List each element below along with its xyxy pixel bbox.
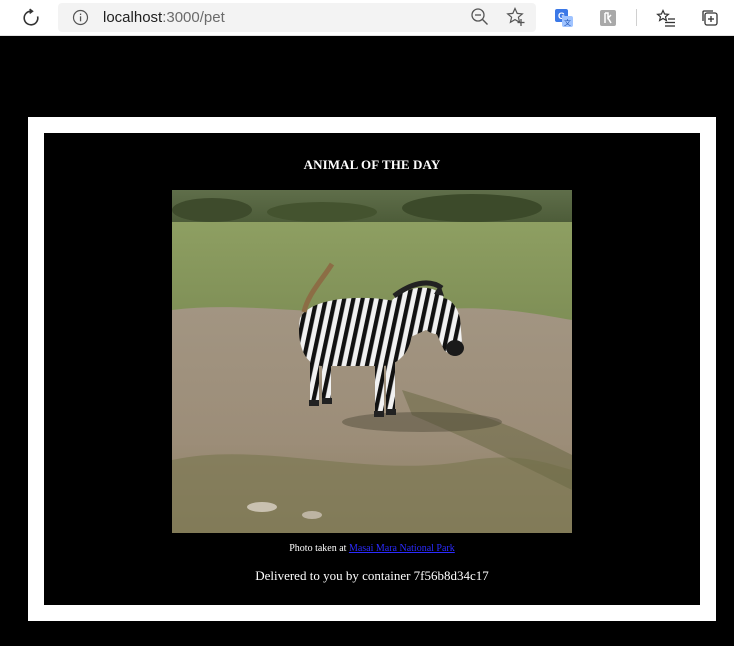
url-text[interactable]: localhost:3000/pet: [103, 9, 225, 26]
info-icon[interactable]: [72, 9, 89, 31]
browser-toolbar: localhost:3000/pet G 文: [0, 0, 734, 36]
svg-text:文: 文: [564, 18, 571, 27]
reload-icon[interactable]: [19, 6, 43, 30]
url-host: localhost: [103, 9, 163, 26]
toolbar-separator: [636, 9, 637, 26]
favorite-star-icon[interactable]: [505, 6, 527, 33]
address-bar[interactable]: localhost:3000/pet: [58, 3, 536, 32]
photo-caption: Photo taken at Masai Mara National Park: [44, 543, 700, 554]
zoom-icon[interactable]: [469, 6, 491, 33]
content-frame: ANIMAL OF THE DAY Photo taken at Masai M…: [28, 117, 716, 621]
caption-prefix: Photo taken at: [289, 543, 349, 554]
content-panel: ANIMAL OF THE DAY Photo taken at Masai M…: [44, 133, 700, 605]
delivered-text: Delivered to you by container 7f56b8d34c…: [255, 568, 489, 583]
collections-icon[interactable]: [698, 6, 722, 30]
favorites-icon[interactable]: [654, 6, 678, 30]
extension-icon[interactable]: [596, 6, 620, 30]
zebra-photo: [172, 190, 572, 533]
caption-link[interactable]: Masai Mara National Park: [349, 543, 455, 554]
url-path: :3000/pet: [162, 9, 225, 26]
page-heading: ANIMAL OF THE DAY: [303, 157, 441, 172]
translate-icon[interactable]: G 文: [552, 6, 576, 30]
